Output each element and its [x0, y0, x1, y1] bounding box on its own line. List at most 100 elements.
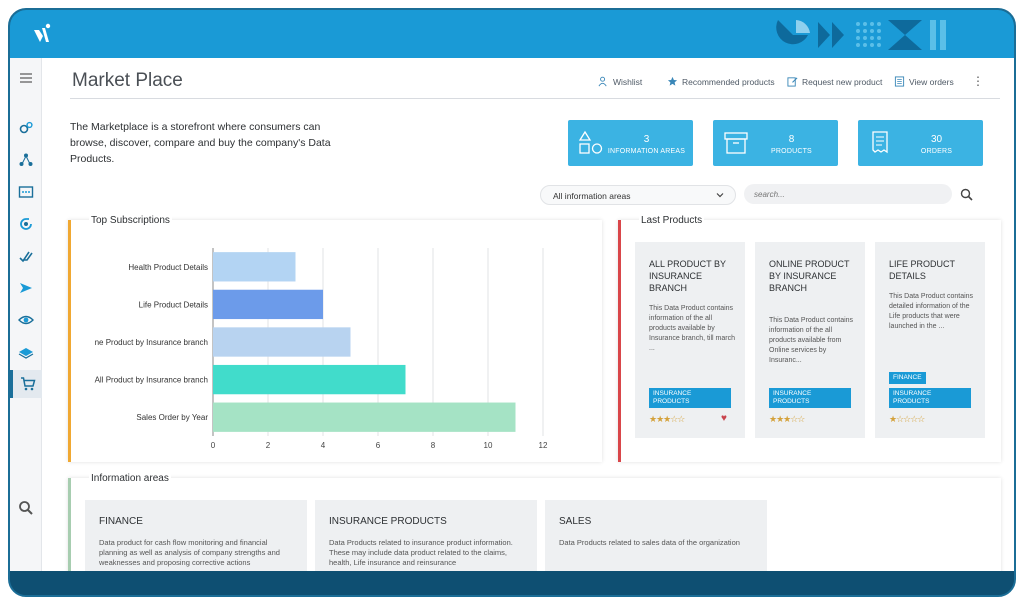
x-tick-label: 2 [266, 441, 271, 450]
panel-title: Last Products [639, 215, 705, 226]
stat-information-areas[interactable]: 3 INFORMATION AREAS [568, 120, 693, 166]
eye-icon[interactable] [10, 306, 42, 334]
last-products-panel: Last Products ALL PRODUCT BY INSURANCE B… [618, 215, 1001, 462]
app-frame: Market Place Wishlist Recommended produc… [8, 8, 1016, 597]
area-description: Data Products related to sales data of t… [559, 538, 740, 547]
product-tag[interactable]: INSURANCE PRODUCTS [649, 388, 731, 408]
x-tick-label: 4 [321, 441, 326, 450]
data-box-icon[interactable] [10, 178, 42, 206]
x-tick-label: 10 [484, 441, 493, 450]
search-input[interactable] [744, 184, 952, 204]
recommended-products-link[interactable]: Recommended products [667, 76, 775, 87]
bar [213, 402, 516, 432]
stat-value: 3 [643, 134, 650, 145]
brand-logo-icon[interactable] [28, 20, 56, 48]
product-tag[interactable]: INSURANCE PRODUCTS [889, 388, 971, 408]
product-tag[interactable]: INSURANCE PRODUCTS [769, 388, 851, 408]
stat-label: INFORMATION AREAS [607, 148, 686, 155]
chevron-down-icon [716, 193, 724, 198]
rating-stars[interactable]: ★★★☆☆ [769, 414, 805, 425]
y-category-label: Health Product Details [128, 263, 208, 272]
x-tick-label: 6 [376, 441, 381, 450]
network-icon[interactable] [10, 146, 42, 174]
wishlist-link[interactable]: Wishlist [598, 76, 642, 87]
recommended-products-label: Recommended products [682, 76, 775, 87]
stat-label: ORDERS [920, 148, 953, 155]
panel-title: Top Subscriptions [89, 215, 172, 226]
y-category-label: ne Product by Insurance branch [95, 338, 208, 347]
area-title: INSURANCE PRODUCTS [329, 516, 447, 527]
bar [213, 327, 351, 357]
top-subscriptions-chart: 0 2 4 6 8 10 12 Health Product Details Life Prod… [95, 248, 548, 450]
stat-orders[interactable]: 30 ORDERS [858, 120, 983, 166]
select-value: All information areas [553, 191, 631, 201]
rating-stars[interactable]: ★☆☆☆☆ [889, 414, 925, 425]
x-tick-label: 0 [211, 441, 216, 450]
stat-label: PRODUCTS [771, 148, 812, 155]
area-title: FINANCE [99, 516, 143, 527]
page-title: Market Place [72, 70, 183, 91]
bar [213, 364, 406, 395]
product-description: This Data Product contains information o… [649, 305, 735, 352]
list-icon [894, 76, 905, 87]
top-subscriptions-panel: Top Subscriptions 0 2 4 6 8 10 12 Health Produc… [68, 215, 602, 462]
check-lines-icon[interactable] [10, 242, 42, 270]
information-area-select[interactable]: All information areas [540, 185, 736, 205]
menu-icon[interactable] [10, 64, 42, 92]
stat-value: 8 [788, 134, 795, 145]
request-new-product-label: Request new product [802, 76, 883, 87]
user-heart-icon [598, 76, 607, 87]
view-orders-link[interactable]: View orders [894, 76, 954, 87]
panel-title: Information areas [89, 473, 171, 484]
area-title: SALES [559, 516, 592, 527]
x-tick-label: 12 [539, 441, 548, 450]
search-icon[interactable] [10, 494, 42, 522]
more-options-icon[interactable]: ⋮ [972, 74, 984, 88]
layers-icon[interactable] [10, 338, 42, 366]
information-area-card[interactable]: INSURANCE PRODUCTS Data Products related… [315, 500, 537, 575]
y-category-label: All Product by Insurance branch [95, 376, 208, 385]
information-area-card[interactable]: SALES Data Products related to sales dat… [545, 500, 767, 575]
app-body: Market Place Wishlist Recommended produc… [10, 58, 1014, 575]
edit-icon [787, 77, 798, 87]
view-orders-label: View orders [909, 76, 954, 87]
receipt-icon [872, 131, 888, 154]
bar [213, 252, 296, 282]
bar [213, 289, 323, 320]
product-card[interactable]: ALL PRODUCT BY INSURANCE BRANCH This Dat… [635, 242, 745, 438]
gears-icon[interactable] [10, 114, 42, 142]
y-category-label: Sales Order by Year [136, 413, 208, 422]
star-icon [667, 76, 678, 86]
product-description: This Data Product contains information o… [769, 317, 854, 364]
send-icon[interactable] [10, 274, 42, 302]
y-category-label: Life Product Details [139, 300, 208, 309]
cart-icon[interactable] [10, 370, 42, 398]
bottom-bar [10, 571, 1014, 595]
shapes-icon [578, 130, 603, 154]
information-areas-panel: Information areas FINANCE Data product f… [68, 473, 1001, 575]
heart-icon[interactable]: ♥ [721, 413, 727, 424]
product-tag[interactable]: FINANCE [889, 372, 926, 384]
product-card[interactable]: ONLINE PRODUCT BY INSURANCE BRANCH This … [755, 242, 865, 438]
product-title: ONLINE PRODUCT BY INSURANCE BRANCH [769, 259, 850, 293]
x-tick-label: 8 [431, 441, 436, 450]
request-new-product-link[interactable]: Request new product [787, 76, 882, 87]
sidebar [10, 58, 42, 575]
area-description: Data product for cash flow monitoring an… [99, 538, 280, 567]
area-description: Data Products related to insurance produ… [329, 538, 513, 567]
product-title: ALL PRODUCT BY INSURANCE BRANCH [649, 259, 726, 293]
product-card[interactable]: LIFE PRODUCT DETAILS This Data Product c… [875, 242, 985, 438]
product-title: LIFE PRODUCT DETAILS [889, 259, 955, 281]
intro-text: The Marketplace is a storefront where co… [70, 121, 331, 165]
title-divider [70, 98, 1000, 99]
product-description: This Data Product contains detailed info… [889, 293, 974, 330]
archive-box-icon [724, 132, 748, 154]
stat-products[interactable]: 8 PRODUCTS [713, 120, 838, 166]
main-content: Market Place Wishlist Recommended produc… [42, 58, 1014, 575]
rating-stars[interactable]: ★★★☆☆ [649, 414, 685, 425]
search-icon[interactable] [960, 188, 973, 201]
refresh-spiral-icon[interactable] [10, 210, 42, 238]
top-bar [10, 10, 1014, 58]
stat-value: 30 [930, 134, 943, 145]
information-area-card[interactable]: FINANCE Data product for cash flow monit… [85, 500, 307, 575]
